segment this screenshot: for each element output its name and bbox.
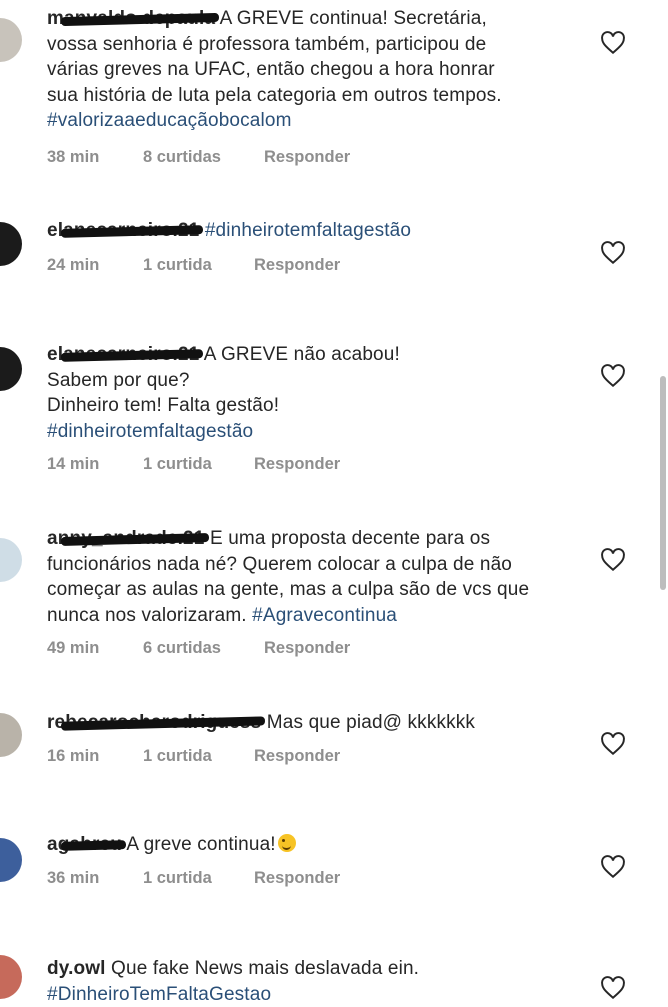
avatar[interactable] <box>0 222 22 266</box>
comment-text: A GREVE continua! Secretária, <box>219 8 487 29</box>
likes-count[interactable]: 1 curtida <box>143 747 212 766</box>
comment-text: funcionários nada né? Querem colocar a c… <box>47 553 513 575</box>
likes-count[interactable]: 1 curtida <box>143 455 212 474</box>
likes-count[interactable]: 1 curtida <box>143 869 212 888</box>
comment-time: 16 min <box>47 747 100 765</box>
avatar[interactable] <box>0 538 22 582</box>
comment-text: A greve continua! <box>126 834 276 855</box>
reply-button[interactable]: Responder <box>254 869 340 888</box>
comment-time: 49 min <box>47 639 100 657</box>
comment-text: Dinheiro tem! Falta gestão! <box>47 395 280 416</box>
reply-button[interactable]: Responder <box>254 256 340 275</box>
likes-count[interactable]: 6 curtidas <box>143 639 221 658</box>
comment-text: começar as aulas na gente, mas a culpa s… <box>47 579 530 600</box>
comment-text: Mas que piad@ kkkkkkk <box>266 712 476 733</box>
comment-username[interactable]: anny_andrade.21 <box>47 528 209 549</box>
comment-text: A GREVE não acabou! <box>203 344 400 365</box>
hashtag-link[interactable]: #Agravecontinua <box>252 605 397 626</box>
heart-outline-icon[interactable] <box>600 976 626 1000</box>
comment-username[interactable]: dy.owl <box>47 958 106 979</box>
comment-text: nunca nos valorizaram. <box>47 604 247 626</box>
comment-username[interactable]: elanecarneiro.21 <box>47 220 204 241</box>
comment-text: vossa senhoria é professora também, part… <box>47 33 487 55</box>
avatar[interactable] <box>0 955 22 999</box>
comment-username[interactable]: agabreu <box>47 834 127 855</box>
comment-text: várias greves na UFAC, então chegou a ho… <box>47 59 495 80</box>
comment-username[interactable]: manvaldo.depaula <box>47 8 220 29</box>
avatar[interactable] <box>0 18 22 62</box>
comment-username[interactable]: rebecarocharodriguess <box>47 712 266 733</box>
avatar[interactable] <box>0 713 22 757</box>
comment-text: Sabem por que? <box>47 369 190 391</box>
heart-outline-icon[interactable] <box>600 732 626 756</box>
heart-outline-icon[interactable] <box>600 548 626 572</box>
likes-count[interactable]: 8 curtidas <box>143 148 221 167</box>
comment-time: 14 min <box>47 455 100 473</box>
reply-button[interactable]: Responder <box>254 455 340 474</box>
hashtag-link[interactable]: #DinheiroTemFaltaGestao <box>47 984 271 1005</box>
comment-time: 38 min <box>47 148 100 166</box>
comment-text: E uma proposta decente para os <box>209 528 491 549</box>
hashtag-link[interactable]: #dinheirotemfaltagestão <box>205 220 411 241</box>
avatar[interactable] <box>0 347 22 391</box>
comment-username[interactable]: elanecarneiro.21 <box>47 344 204 365</box>
reply-button[interactable]: Responder <box>264 148 350 167</box>
hashtag-link[interactable]: #valorizaaeducaçãobocalom <box>47 110 292 131</box>
avatar[interactable] <box>0 838 22 882</box>
hashtag-link[interactable]: #dinheirotemfaltagestão <box>47 421 253 442</box>
heart-outline-icon[interactable] <box>600 364 626 388</box>
comment-text: Que fake News mais deslavada ein. <box>111 958 420 979</box>
heart-outline-icon[interactable] <box>600 855 626 879</box>
winking-face-emoji <box>277 834 296 852</box>
comment-text: sua história de luta pela categoria em o… <box>47 84 502 106</box>
heart-outline-icon[interactable] <box>600 241 626 265</box>
reply-button[interactable]: Responder <box>254 747 340 766</box>
scrollbar[interactable] <box>660 376 666 590</box>
comment-time: 36 min <box>47 869 100 887</box>
heart-outline-icon[interactable] <box>600 31 626 55</box>
likes-count[interactable]: 1 curtida <box>143 256 212 275</box>
reply-button[interactable]: Responder <box>264 639 350 658</box>
comment-time: 24 min <box>47 256 100 274</box>
